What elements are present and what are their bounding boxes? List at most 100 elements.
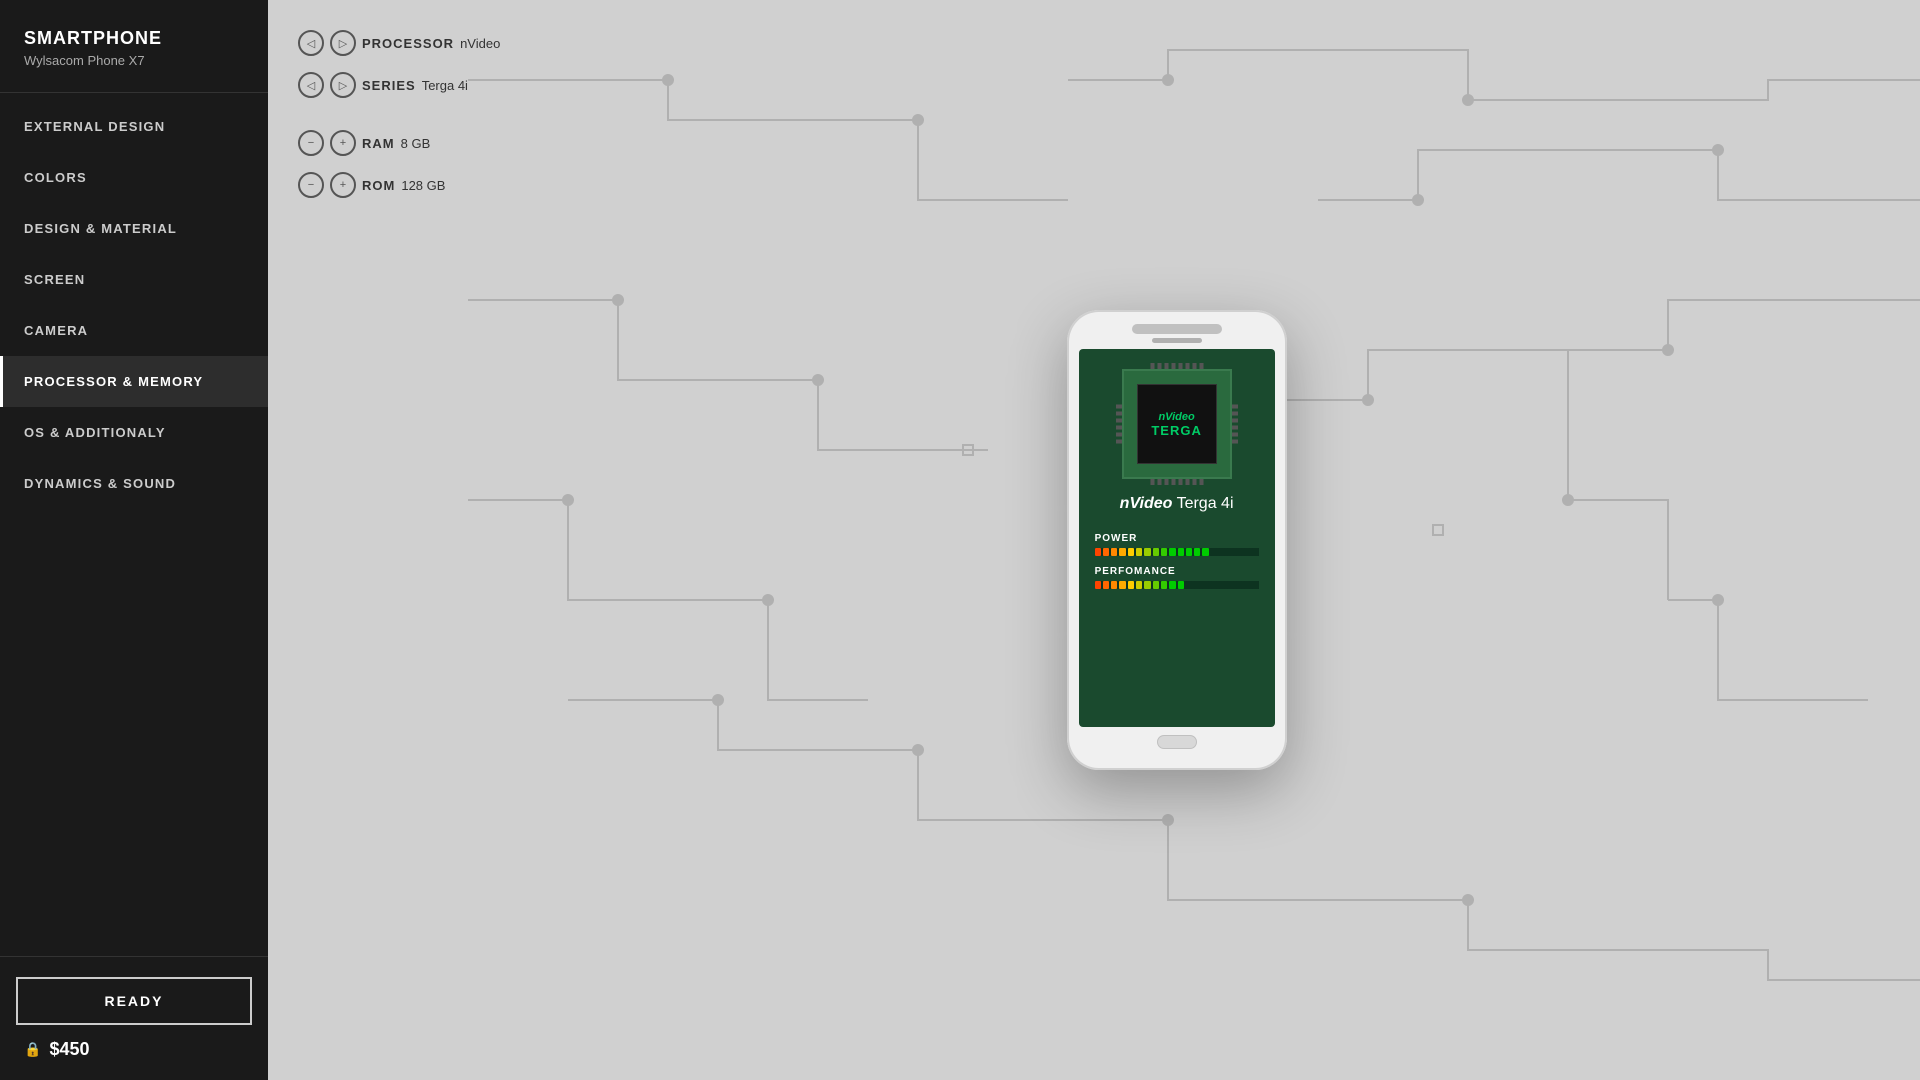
- price-display: $450: [49, 1039, 89, 1060]
- chip-teeth-left: [1116, 405, 1122, 444]
- tooth: [1157, 363, 1161, 369]
- tooth: [1232, 412, 1238, 416]
- tooth: [1232, 433, 1238, 437]
- ram-decrease-button[interactable]: −: [298, 130, 324, 156]
- power-bar-segment: [1128, 548, 1134, 556]
- perf-bar-segment: [1186, 581, 1192, 589]
- perf-bar-segment: [1119, 581, 1125, 589]
- rom-label: ROM: [362, 178, 395, 193]
- power-bar-segment: [1144, 548, 1150, 556]
- perf-bar-segment: [1153, 581, 1159, 589]
- performance-stat: PERFOMANCE: [1095, 566, 1259, 589]
- price-row: 🔒 $450: [16, 1039, 252, 1060]
- power-bar-segment: [1186, 548, 1192, 556]
- tooth: [1199, 479, 1203, 485]
- power-bar-segment: [1219, 548, 1225, 556]
- rom-decrease-button[interactable]: −: [298, 172, 324, 198]
- processor-next-button[interactable]: ▷: [330, 30, 356, 56]
- sidebar-item-dynamics-sound[interactable]: DYNAMICS & SOUND: [0, 458, 268, 509]
- ram-value: 8 GB: [401, 136, 431, 151]
- power-bar-segment: [1161, 548, 1167, 556]
- phone-camera-bar: [1132, 324, 1222, 334]
- power-bar-segment: [1178, 548, 1184, 556]
- processor-brand-display: nVideo: [1120, 495, 1173, 512]
- ready-button[interactable]: READY: [16, 977, 252, 1025]
- perf-bar-segment: [1211, 581, 1217, 589]
- processor-control-row: ◁ ▷ PROCESSOR nVideo: [298, 30, 500, 56]
- tooth: [1116, 426, 1122, 430]
- tooth: [1116, 412, 1122, 416]
- perf-bar-segment: [1236, 581, 1242, 589]
- tooth: [1157, 479, 1161, 485]
- power-bar-segment: [1194, 548, 1200, 556]
- perf-bar-segment: [1178, 581, 1184, 589]
- perf-bar-segment: [1219, 581, 1225, 589]
- perf-bar-segment: [1227, 581, 1233, 589]
- tooth: [1171, 479, 1175, 485]
- ram-control-row: − + RAM 8 GB: [298, 130, 500, 156]
- sidebar-item-camera[interactable]: CAMERA: [0, 305, 268, 356]
- tooth: [1116, 419, 1122, 423]
- power-bar-segment: [1252, 548, 1258, 556]
- performance-bar: [1095, 581, 1259, 589]
- tooth: [1232, 405, 1238, 409]
- tooth: [1150, 363, 1154, 369]
- sidebar-item-design-material[interactable]: DESIGN & MATERIAL: [0, 203, 268, 254]
- tooth: [1199, 363, 1203, 369]
- perf-bar-segment: [1103, 581, 1109, 589]
- series-prev-button[interactable]: ◁: [298, 72, 324, 98]
- processor-value: nVideo: [460, 36, 500, 51]
- tooth: [1178, 363, 1182, 369]
- series-label: SERIES: [362, 78, 416, 93]
- perf-bar-segment: [1111, 581, 1117, 589]
- tooth: [1192, 363, 1196, 369]
- power-bar-segment: [1119, 548, 1125, 556]
- ram-label: RAM: [362, 136, 395, 151]
- ram-increase-button[interactable]: +: [330, 130, 356, 156]
- power-bar-segment: [1211, 548, 1217, 556]
- phone-outer-shell: nVideo TERGA nVideo Terga 4i POWER: [1067, 310, 1287, 770]
- phone-home-button[interactable]: [1157, 735, 1197, 749]
- app-subtitle: Wylsacom Phone X7: [24, 53, 244, 68]
- power-bar-segment: [1236, 548, 1242, 556]
- sidebar-item-external-design[interactable]: EXTERNAL DESIGN: [0, 101, 268, 152]
- tooth: [1185, 479, 1189, 485]
- chip-teeth-bottom: [1150, 479, 1203, 485]
- sidebar: SMARTPHONE Wylsacom Phone X7 EXTERNAL DE…: [0, 0, 268, 1080]
- perf-bar-segment: [1194, 581, 1200, 589]
- sidebar-item-screen[interactable]: SCREEN: [0, 254, 268, 305]
- chip-visual: nVideo TERGA: [1122, 369, 1232, 479]
- phone-screen: nVideo TERGA nVideo Terga 4i POWER: [1079, 349, 1275, 727]
- phone-speaker: [1152, 338, 1202, 343]
- sidebar-header: SMARTPHONE Wylsacom Phone X7: [0, 0, 268, 93]
- sidebar-item-processor-memory[interactable]: PROCESSOR & MEMORY: [0, 356, 268, 407]
- perf-bar-segment: [1161, 581, 1167, 589]
- power-bar-segment: [1111, 548, 1117, 556]
- tooth: [1185, 363, 1189, 369]
- tooth: [1150, 479, 1154, 485]
- power-bar-segment: [1244, 548, 1250, 556]
- power-bar-segment: [1136, 548, 1142, 556]
- processor-prev-button[interactable]: ◁: [298, 30, 324, 56]
- tooth: [1164, 363, 1168, 369]
- chip-outer: nVideo TERGA: [1122, 369, 1232, 479]
- tooth: [1164, 479, 1168, 485]
- power-bar-segment: [1095, 548, 1101, 556]
- rom-control-row: − + ROM 128 GB: [298, 172, 500, 198]
- tooth: [1171, 363, 1175, 369]
- power-bar-segment: [1103, 548, 1109, 556]
- series-next-button[interactable]: ▷: [330, 72, 356, 98]
- sidebar-footer: READY 🔒 $450: [0, 956, 268, 1080]
- perf-bar-segment: [1136, 581, 1142, 589]
- rom-increase-button[interactable]: +: [330, 172, 356, 198]
- power-label: POWER: [1095, 533, 1259, 544]
- sidebar-item-os-additionaly[interactable]: OS & ADDITIONALY: [0, 407, 268, 458]
- tooth: [1232, 426, 1238, 430]
- tooth: [1116, 440, 1122, 444]
- sidebar-item-colors[interactable]: COLORS: [0, 152, 268, 203]
- tooth: [1178, 479, 1182, 485]
- tooth: [1192, 479, 1196, 485]
- chip-brand-text: nVideo: [1158, 411, 1194, 423]
- tooth: [1232, 440, 1238, 444]
- chip-teeth-right: [1232, 405, 1238, 444]
